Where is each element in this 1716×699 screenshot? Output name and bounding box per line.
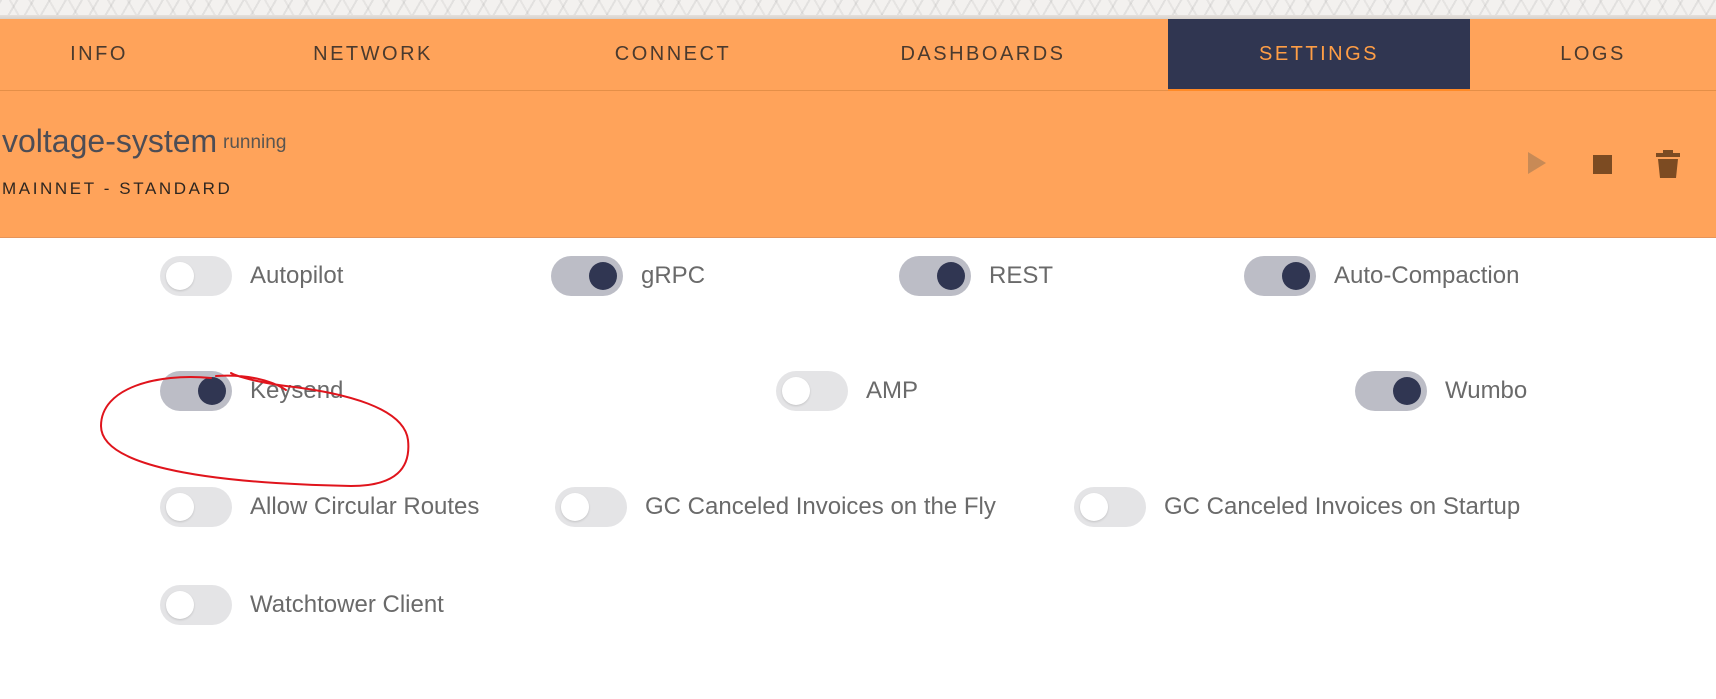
top-pattern-strip [0, 0, 1716, 19]
setting-amp[interactable]: AMP [776, 371, 918, 411]
toggle-switch[interactable] [1244, 256, 1316, 296]
tab-logs[interactable]: LOGS [1470, 19, 1716, 90]
toggle-switch[interactable] [551, 256, 623, 296]
toggle-knob [198, 377, 226, 405]
setting-keysend[interactable]: Keysend [160, 371, 343, 411]
tab-dashboards[interactable]: DASHBOARDS [798, 19, 1168, 90]
setting-label: REST [989, 262, 1054, 289]
tab-connect[interactable]: CONNECT [548, 19, 798, 90]
toggle-switch[interactable] [160, 487, 232, 527]
setting-label: GC Canceled Invoices on Startup [1164, 493, 1521, 520]
setting-gc-canceled-invoices-on-startup[interactable]: GC Canceled Invoices on Startup [1074, 487, 1520, 527]
node-header: voltage-system running MAINNET - STANDAR… [0, 91, 1716, 238]
toggle-switch[interactable] [160, 256, 232, 296]
setting-auto-compaction[interactable]: Auto-Compaction [1244, 256, 1519, 296]
setting-label: Wumbo [1445, 377, 1528, 404]
settings-grid: Autopilot gRPC REST Auto-Compaction Keys… [0, 238, 1716, 699]
toggle-switch[interactable] [899, 256, 971, 296]
toggle-knob [166, 262, 194, 290]
tab-settings[interactable]: SETTINGS [1168, 19, 1470, 92]
setting-label: AMP [866, 377, 919, 404]
toggle-knob [1282, 262, 1310, 290]
setting-rest[interactable]: REST [899, 256, 1053, 296]
play-icon[interactable] [1528, 152, 1546, 174]
setting-label: Autopilot [250, 262, 344, 289]
node-name: voltage-system [2, 123, 218, 159]
setting-label: Auto-Compaction [1334, 262, 1520, 289]
setting-allow-circular-routes[interactable]: Allow Circular Routes [160, 487, 479, 527]
toggle-knob [166, 493, 194, 521]
toggle-knob [561, 493, 589, 521]
setting-watchtower-client[interactable]: Watchtower Client [160, 585, 444, 625]
setting-autopilot[interactable]: Autopilot [160, 256, 343, 296]
node-status: running [223, 132, 287, 153]
tab-network[interactable]: NETWORK [198, 19, 548, 90]
toggle-knob [1080, 493, 1108, 521]
setting-label: Watchtower Client [250, 591, 444, 618]
setting-grpc[interactable]: gRPC [551, 256, 705, 296]
setting-wumbo[interactable]: Wumbo [1355, 371, 1527, 411]
toggle-knob [1393, 377, 1421, 405]
toggle-knob [937, 262, 965, 290]
toggle-switch[interactable] [160, 585, 232, 625]
stop-icon[interactable] [1593, 155, 1612, 174]
toggle-switch[interactable] [1355, 371, 1427, 411]
setting-label: gRPC [641, 262, 706, 289]
trash-icon[interactable] [1656, 150, 1680, 178]
node-network: MAINNET - STANDARD [2, 179, 233, 198]
toggle-switch[interactable] [555, 487, 627, 527]
toggle-switch[interactable] [776, 371, 848, 411]
setting-label: Keysend [250, 377, 344, 404]
toggle-switch[interactable] [160, 371, 232, 411]
toggle-knob [782, 377, 810, 405]
toggle-knob [589, 262, 617, 290]
node-tabs: INFO NETWORK CONNECT DASHBOARDS SETTINGS… [0, 19, 1716, 92]
tab-info[interactable]: INFO [0, 19, 198, 90]
toggle-knob [166, 591, 194, 619]
toggle-switch[interactable] [1074, 487, 1146, 527]
setting-label: GC Canceled Invoices on the Fly [645, 493, 996, 520]
setting-label: Allow Circular Routes [250, 493, 480, 520]
setting-gc-canceled-invoices-on-the-fly[interactable]: GC Canceled Invoices on the Fly [555, 487, 996, 527]
